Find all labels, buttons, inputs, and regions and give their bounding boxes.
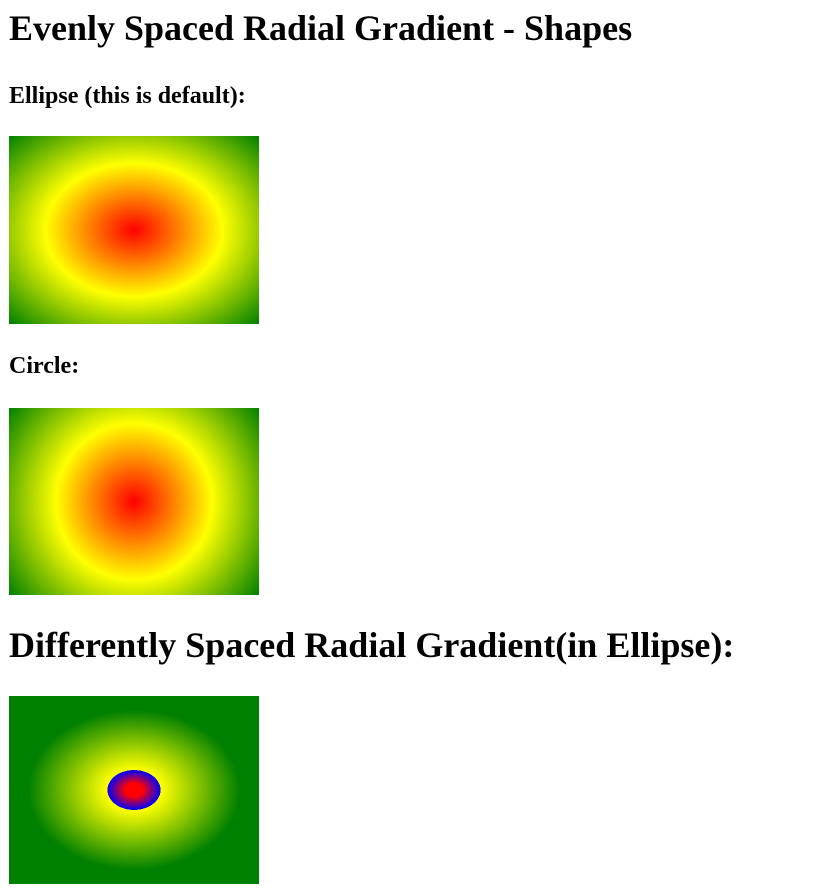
ellipse-gradient-box: [9, 136, 259, 324]
differently-spaced-gradient-box: [9, 696, 259, 884]
page-content: Evenly Spaced Radial Gradient - Shapes E…: [9, 0, 813, 890]
ellipse-heading: Ellipse (this is default):: [9, 83, 246, 109]
circle-gradient-box: [9, 408, 259, 595]
circle-heading: Circle:: [9, 353, 80, 379]
page-title: Evenly Spaced Radial Gradient - Shapes: [9, 8, 633, 48]
differently-spaced-heading: Differently Spaced Radial Gradient(in El…: [9, 625, 735, 665]
